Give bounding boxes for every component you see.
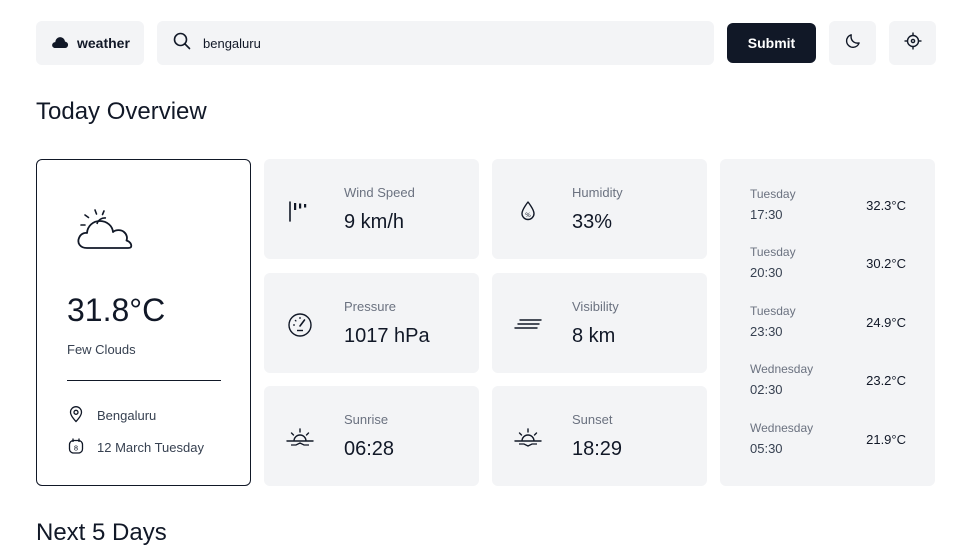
humidity-droplet-icon: %	[514, 197, 542, 225]
location-name: Bengaluru	[97, 408, 157, 423]
sunset-icon	[514, 424, 542, 452]
hourly-forecast-item: Tuesday 17:30 32.3°C	[750, 187, 906, 227]
current-temperature: 31.8°C	[67, 292, 166, 328]
current-weather-card: 31.8°C Few Clouds Bengaluru 8 12 March T…	[36, 159, 251, 486]
forecast-time: 17:30	[750, 207, 783, 222]
pressure-label: Pressure	[344, 299, 397, 314]
date-row: 8 12 March Tuesday	[67, 437, 204, 458]
forecast-day: Wednesday	[750, 421, 814, 435]
forecast-temperature: 32.3°C	[866, 198, 906, 213]
sunrise-icon	[286, 424, 314, 452]
submit-button[interactable]: Submit	[727, 23, 816, 63]
forecast-day: Tuesday	[750, 304, 796, 318]
forecast-temperature: 24.9°C	[866, 315, 906, 330]
search-input[interactable]	[203, 35, 683, 51]
visibility-label: Visibility	[572, 299, 619, 314]
calendar-icon: 8	[67, 437, 85, 458]
hourly-forecast-item: Tuesday 23:30 24.9°C	[750, 304, 906, 344]
sunrise-label: Sunrise	[344, 412, 389, 427]
moon-icon	[845, 33, 861, 54]
forecast-day: Wednesday	[750, 362, 814, 376]
hourly-forecast-panel: Tuesday 17:30 32.3°C Tuesday 20:30 30.2°…	[720, 159, 935, 486]
current-date: 12 March Tuesday	[97, 440, 204, 455]
current-location-button[interactable]	[889, 21, 936, 65]
gauge-icon	[286, 311, 314, 339]
wind-speed-value: 9 km/h	[344, 211, 405, 233]
wind-speed-card: Wind Speed 9 km/h	[264, 159, 479, 259]
hourly-forecast-item: Wednesday 05:30 21.9°C	[750, 421, 906, 461]
forecast-time: 05:30	[750, 441, 783, 456]
cloud-icon	[51, 35, 69, 52]
location-row: Bengaluru	[67, 405, 156, 426]
visibility-value: 8 km	[572, 325, 616, 347]
today-overview-title: Today Overview	[36, 98, 207, 125]
sunset-value: 18:29	[572, 438, 623, 460]
partly-cloudy-icon	[75, 206, 139, 257]
map-pin-icon	[67, 405, 85, 426]
forecast-time: 20:30	[750, 265, 783, 280]
visibility-card: Visibility 8 km	[492, 273, 707, 373]
brand-logo[interactable]: weather	[36, 21, 144, 65]
forecast-time: 02:30	[750, 382, 783, 397]
humidity-value: 33%	[572, 211, 613, 233]
weather-condition: Few Clouds	[67, 342, 136, 357]
forecast-temperature: 23.2°C	[866, 373, 906, 388]
svg-text:%: %	[525, 212, 531, 219]
hourly-forecast-item: Wednesday 02:30 23.2°C	[750, 362, 906, 402]
sunrise-card: Sunrise 06:28	[264, 386, 479, 486]
svg-text:8: 8	[74, 445, 78, 453]
top-bar: weather Submit	[36, 21, 936, 65]
divider	[67, 380, 221, 381]
humidity-label: Humidity	[572, 185, 623, 200]
crosshair-icon	[904, 32, 922, 55]
theme-toggle-button[interactable]	[829, 21, 876, 65]
sunset-label: Sunset	[572, 412, 613, 427]
forecast-temperature: 21.9°C	[866, 432, 906, 447]
forecast-day: Tuesday	[750, 187, 796, 201]
pressure-value: 1017 hPa	[344, 325, 430, 347]
search-icon	[173, 32, 191, 55]
windsock-icon	[286, 197, 314, 225]
forecast-temperature: 30.2°C	[866, 256, 906, 271]
forecast-time: 23:30	[750, 324, 783, 339]
hourly-forecast-item: Tuesday 20:30 30.2°C	[750, 245, 906, 285]
next-5-days-title: Next 5 Days	[36, 519, 167, 546]
haze-icon	[514, 311, 542, 339]
sunrise-value: 06:28	[344, 438, 395, 460]
forecast-day: Tuesday	[750, 245, 796, 259]
search-bar	[157, 21, 714, 65]
sunset-card: Sunset 18:29	[492, 386, 707, 486]
wind-speed-label: Wind Speed	[344, 185, 415, 200]
pressure-card: Pressure 1017 hPa	[264, 273, 479, 373]
brand-name: weather	[77, 35, 130, 51]
humidity-card: % Humidity 33%	[492, 159, 707, 259]
